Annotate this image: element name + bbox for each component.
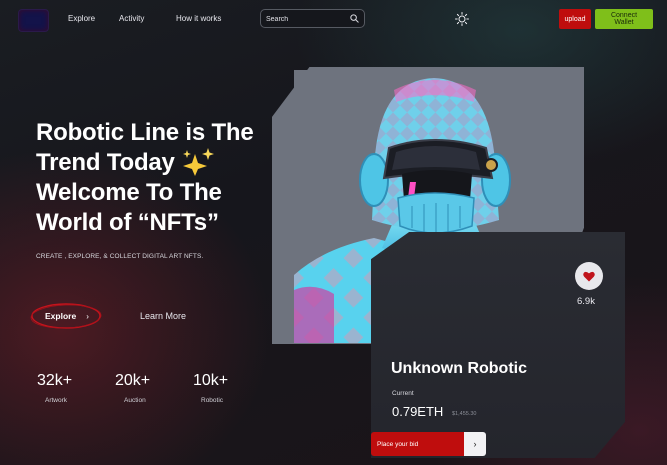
explore-button[interactable]: Explore › [30,303,102,329]
bid-arrow-button[interactable]: › [464,432,486,456]
nav-explore[interactable]: Explore [68,14,95,23]
stat-auction-label: Auction [124,397,146,404]
stat-auction-value: 20k+ [115,372,151,389]
hero-title-line-3: Welcome To The [36,179,222,206]
connect-wallet-button[interactable]: Connect Wallet [595,9,653,29]
current-price-label: Current [392,390,414,397]
nav-activity[interactable]: Activity [119,14,144,23]
search-input[interactable] [266,13,346,25]
hero-title-line-4: World of “NFTs” [36,209,219,236]
site-logo[interactable] [18,9,49,32]
hero-title-line-2: Trend Today [36,149,175,176]
sun-icon[interactable] [454,11,470,27]
chevron-right-icon: › [473,439,477,449]
place-bid-button[interactable]: Place your bid [371,432,464,456]
like-count: 6.9k [577,296,595,307]
search-box [260,9,365,28]
stat-robotic-label: Robotic [201,397,224,404]
sparkles-icon [183,148,215,176]
like-button[interactable] [575,262,603,290]
hero-title-line-1: Robotic Line is The [36,119,254,146]
stat-artwork-label: Artwork [45,397,68,404]
chevron-right-icon: › [86,311,89,321]
nft-name: Unknown Robotic [391,360,527,377]
upload-button[interactable]: upload [559,9,591,29]
search-icon[interactable] [349,13,360,24]
stat-robotic-value: 10k+ [193,372,229,389]
learn-more-link[interactable]: Learn More [140,311,186,321]
heart-icon [583,271,595,281]
stat-artwork-value: 32k+ [37,372,73,389]
nav-how-it-works[interactable]: How it works [176,14,221,23]
hero-subtitle: CREATE , EXPLORE, & COLLECT DIGITAL ART … [36,253,204,260]
hero-title-line-2-wrap: Trend Today [36,148,296,178]
hero-title: Robotic Line is The Trend Today Welcome … [36,118,296,238]
explore-button-label: Explore [45,311,77,321]
price-usd: $1,455.30 [452,411,477,417]
price-eth: 0.79ETH [392,404,444,419]
